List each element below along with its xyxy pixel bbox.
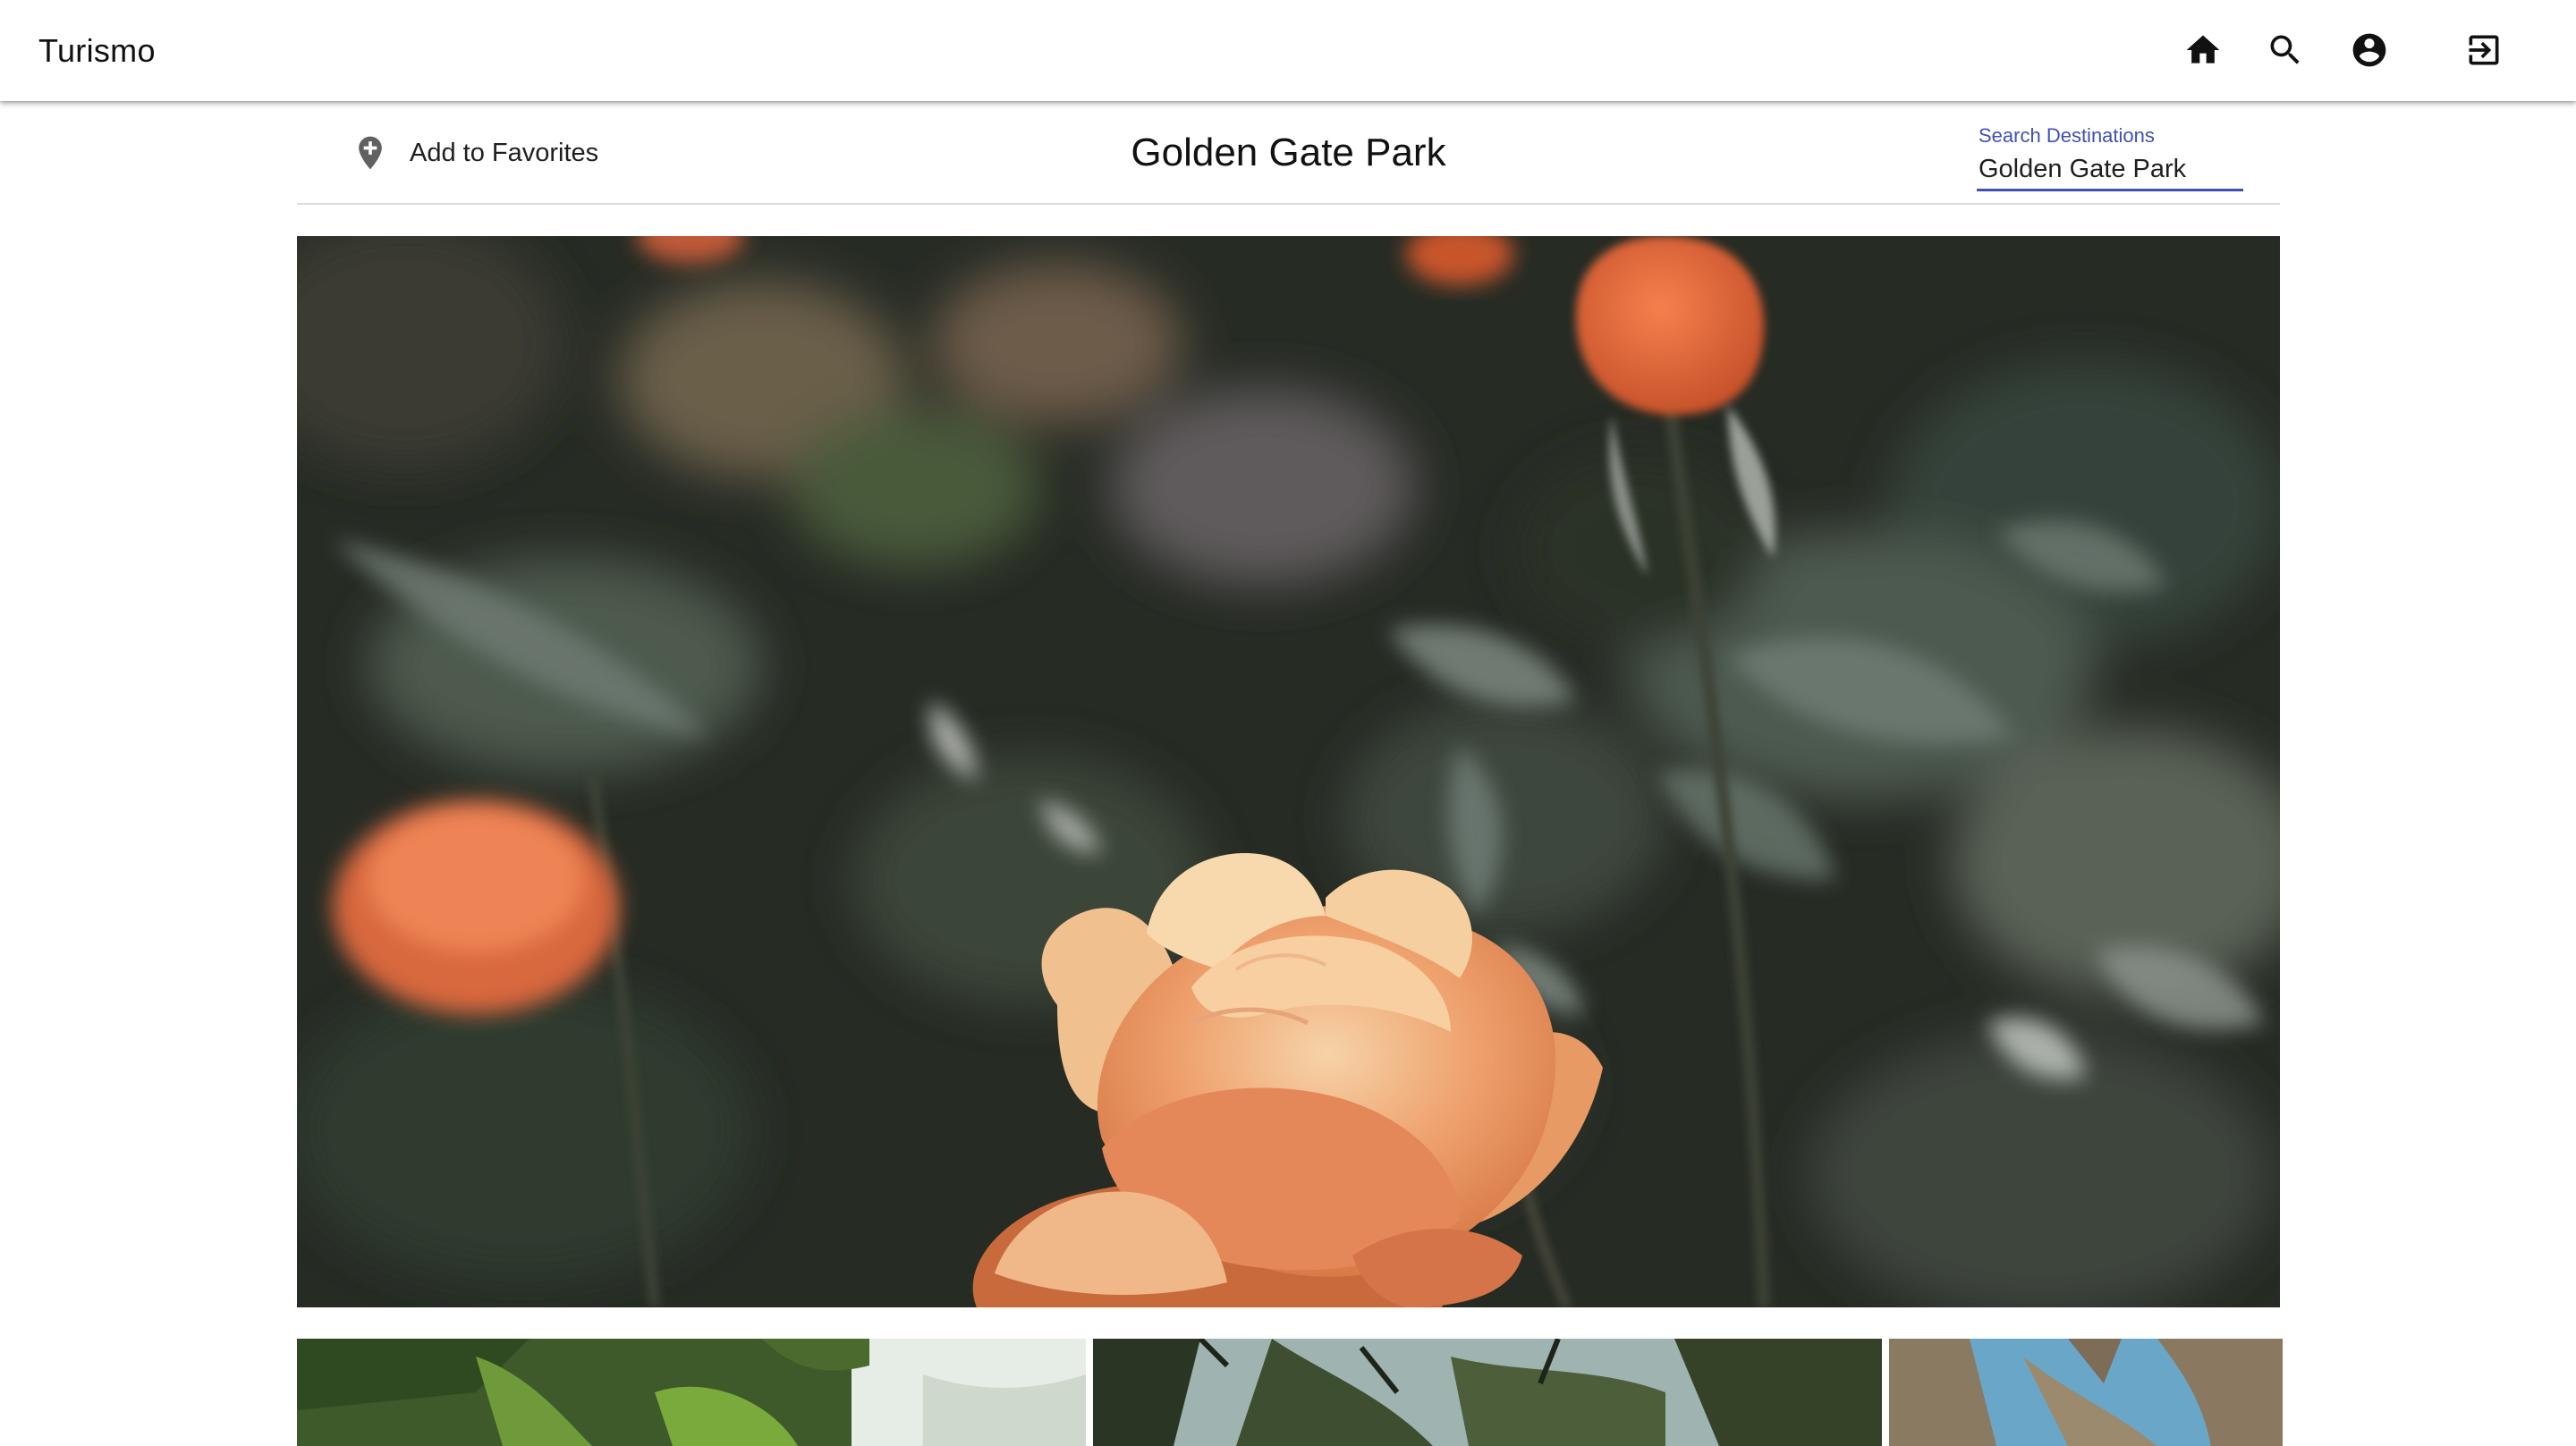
home-button[interactable]: [2174, 21, 2232, 79]
gallery-thumbnail[interactable]: [1093, 1339, 1882, 1446]
search-icon: [2266, 30, 2305, 70]
search-input-underline: [1977, 189, 2243, 191]
search-destinations-input[interactable]: [1977, 149, 2243, 189]
destination-header: Add to Favorites Golden Gate Park Search…: [297, 101, 2280, 205]
home-icon: [2183, 30, 2223, 70]
gallery-thumbnail[interactable]: [297, 1339, 1086, 1446]
search-button[interactable]: [2257, 21, 2314, 79]
search-destinations-label: Search Destinations: [1979, 124, 2155, 147]
account-button[interactable]: [2341, 21, 2398, 79]
hero-photo: [297, 236, 2280, 1307]
search-destinations-field[interactable]: Search Destinations: [1977, 112, 2243, 194]
add-location-icon: [351, 133, 390, 173]
logout-button[interactable]: [2455, 21, 2512, 79]
app-title[interactable]: Turismo: [38, 0, 156, 101]
app-bar: Turismo: [0, 0, 2576, 101]
add-to-favorites-label: Add to Favorites: [410, 138, 599, 167]
account-circle-icon: [2350, 30, 2389, 70]
gallery-thumbnail[interactable]: [1889, 1339, 2283, 1446]
logout-icon: [2464, 30, 2504, 70]
add-to-favorites-button[interactable]: Add to Favorites: [351, 126, 598, 180]
